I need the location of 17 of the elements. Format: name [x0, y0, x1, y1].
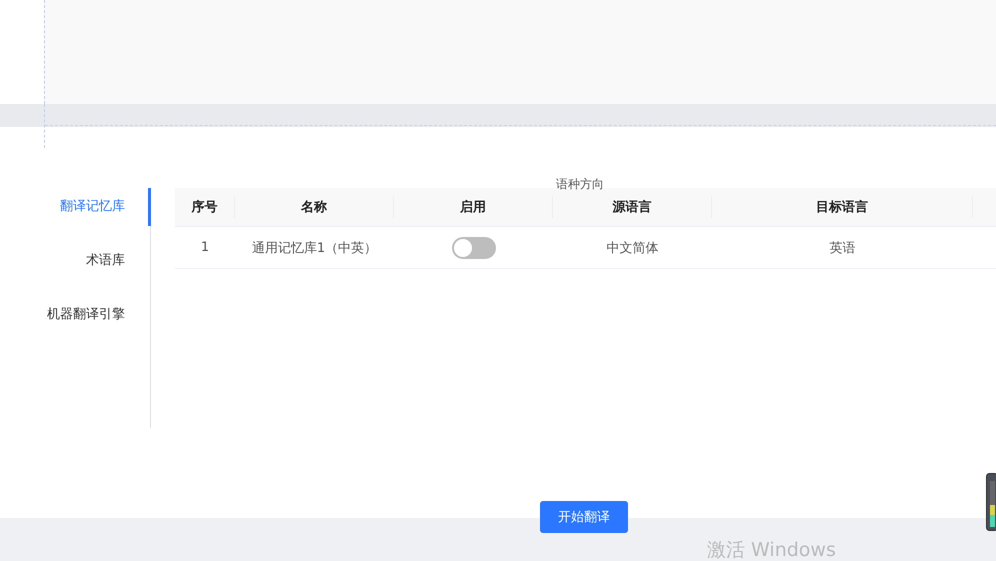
sidebar-tab[interactable]: 翻译记忆库	[0, 188, 151, 226]
column-header: 目标语言	[712, 196, 973, 218]
table-cell-text: 英语	[830, 240, 856, 256]
activation-watermark: 激活 Windows	[707, 540, 836, 561]
column-header: 序号	[175, 196, 235, 218]
start-translation-button[interactable]: 开始翻译	[540, 501, 628, 533]
sidebar-tab[interactable]: 机器翻译引擎	[0, 296, 151, 334]
table-cell-text: 中文简体	[606, 240, 658, 256]
table-cell: 1	[200, 240, 210, 255]
column-header: 名称	[235, 196, 394, 218]
column-header: 启用	[394, 196, 553, 218]
column-header: 源语言	[553, 196, 712, 218]
column-group-header: 语种方向	[556, 178, 604, 190]
toggle-switch[interactable]	[452, 236, 496, 258]
level-meter-icon	[986, 473, 996, 531]
sidebar-tab[interactable]: 术语库	[0, 242, 151, 280]
table-cell-text: 通用记忆库1（中英）	[252, 240, 378, 256]
